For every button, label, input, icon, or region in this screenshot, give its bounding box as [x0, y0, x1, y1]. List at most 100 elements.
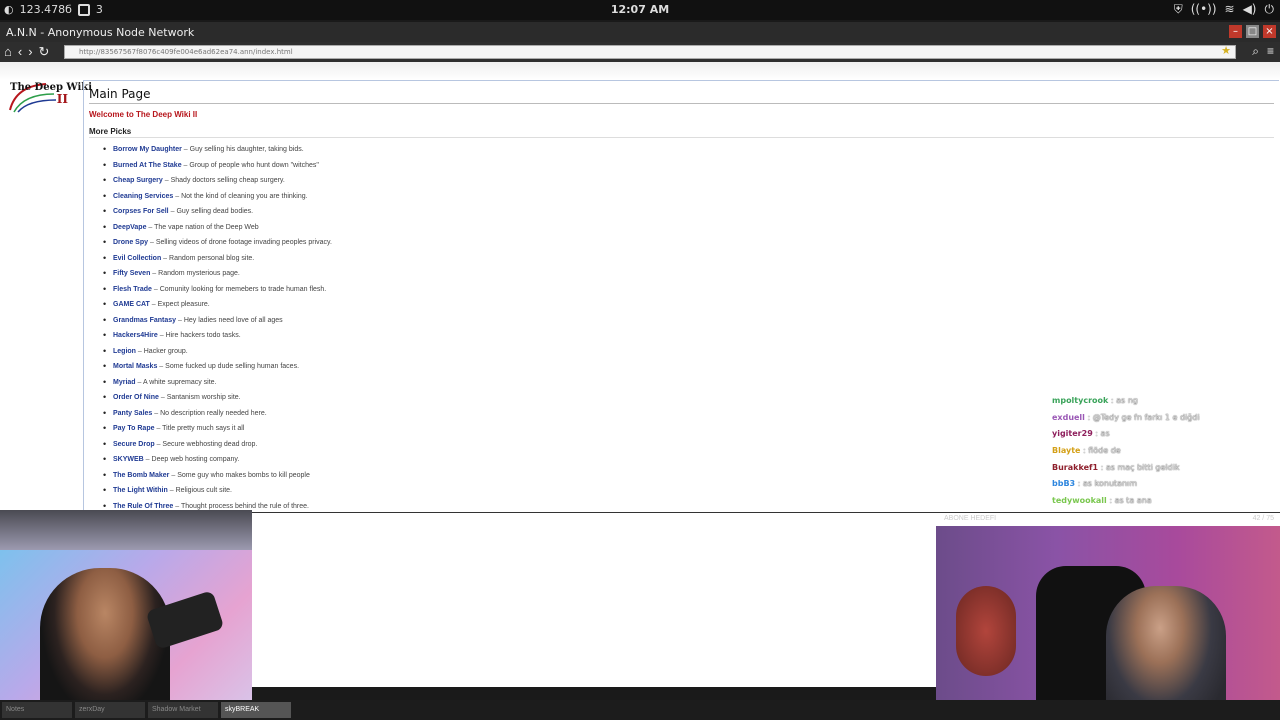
- pick-link[interactable]: Drone Spy: [113, 239, 148, 246]
- pick-description: Deep web hosting company.: [151, 456, 240, 463]
- pick-link[interactable]: GAME CAT: [113, 301, 150, 308]
- pick-link[interactable]: Legion: [113, 348, 136, 355]
- volume-icon[interactable]: ◀): [1243, 2, 1257, 17]
- reload-icon[interactable]: ↻: [39, 44, 50, 60]
- window-title: A.N.N - Anonymous Node Network: [6, 26, 195, 39]
- site-logo[interactable]: The Deep Wiki II: [6, 78, 92, 118]
- chat-text: as maç bitti geldik: [1105, 462, 1180, 472]
- pick-item: Cleaning Services – Not the kind of clea…: [103, 191, 1274, 208]
- pick-link[interactable]: Corpses For Sell: [113, 208, 169, 215]
- chat-text: as konutanım: [1082, 479, 1138, 489]
- pick-link[interactable]: DeepVape: [113, 224, 146, 231]
- pick-separator: –: [176, 316, 184, 324]
- chat-colon: :: [1106, 496, 1115, 506]
- pick-separator: –: [149, 301, 158, 308]
- sub-goal-label: ABONE HEDEFI: [944, 515, 997, 522]
- chat-message: Blayte : flöde de: [1052, 446, 1272, 463]
- chat-colon: :: [1084, 412, 1093, 422]
- streamer-left: [40, 568, 170, 702]
- stream-chat: mpoltycrook : as ng exduell : @Tedy ge fn…: [1052, 396, 1272, 513]
- pick-description: Random mysterious page.: [158, 270, 240, 277]
- chat-username[interactable]: Burakkef1: [1052, 463, 1098, 472]
- browser-nav-bar: ⌂ ‹ › ↻ http://83567567f8076c409fe004e6a…: [0, 42, 1280, 62]
- pick-separator: –: [161, 254, 170, 262]
- taskbar-item[interactable]: skyBREAK: [221, 702, 291, 718]
- chat-message: exduell : @Tedy ge fn farkı 1 e diğdi: [1052, 413, 1272, 430]
- forward-icon[interactable]: ›: [28, 44, 32, 60]
- power-icon[interactable]: ⏻: [1265, 2, 1275, 17]
- bookmark-star-icon[interactable]: ★: [1221, 45, 1231, 57]
- pick-separator: –: [167, 487, 176, 494]
- pick-link[interactable]: SKYWEB: [113, 456, 144, 463]
- pick-link[interactable]: Mortal Masks: [113, 363, 157, 370]
- os-top-bar: ◐ 123.478б 3 12:07 AM ⛨ ((•)) ≋ ◀) ⏻: [0, 0, 1280, 20]
- pick-link[interactable]: Order Of Nine: [113, 394, 159, 401]
- chat-username[interactable]: Blayte: [1052, 446, 1080, 455]
- chat-username[interactable]: mpoltycrook: [1052, 396, 1108, 405]
- pick-separator: –: [135, 347, 144, 355]
- page-header-band: [0, 62, 1280, 80]
- taskbar-item[interactable]: Notes: [2, 702, 72, 718]
- pick-item: Borrow My Daughter – Guy selling his dau…: [103, 144, 1274, 161]
- pick-link[interactable]: Flesh Trade: [113, 286, 152, 293]
- pick-item: Legion – Hacker group.: [103, 346, 1274, 363]
- pick-link[interactable]: Panty Sales: [113, 410, 152, 417]
- chat-username[interactable]: exduell: [1052, 413, 1085, 422]
- taskbar-item[interactable]: Shadow Market: [148, 702, 218, 718]
- clock: 12:07 AM: [610, 3, 670, 16]
- chat-message: mpoltycrook : as ng: [1052, 396, 1272, 413]
- pick-link[interactable]: Grandmas Fantasy: [113, 317, 176, 324]
- shield-icon[interactable]: ⛨: [1174, 2, 1183, 17]
- chat-text: as ng: [1116, 396, 1138, 405]
- pick-separator: –: [143, 456, 152, 463]
- pick-separator: –: [152, 409, 161, 417]
- back-icon[interactable]: ‹: [18, 44, 22, 60]
- pick-link[interactable]: The Rule Of Three: [113, 503, 173, 510]
- pick-link[interactable]: The Light Within: [113, 487, 168, 494]
- pick-link[interactable]: Pay To Rape: [113, 425, 155, 432]
- pick-separator: –: [146, 223, 155, 231]
- chat-username[interactable]: tedywookall: [1052, 496, 1107, 505]
- pick-link[interactable]: Burned At The Stake: [113, 162, 182, 169]
- close-button[interactable]: ×: [1263, 25, 1276, 38]
- minimize-button[interactable]: –: [1229, 25, 1242, 38]
- wifi-icon[interactable]: ≋: [1225, 2, 1235, 17]
- pick-description: Santanism worship site.: [166, 394, 241, 401]
- pick-link[interactable]: Secure Drop: [113, 441, 155, 448]
- pick-link[interactable]: Cleaning Services: [113, 193, 173, 200]
- chat-username[interactable]: bbB3: [1052, 479, 1075, 488]
- webcam-left: [0, 510, 252, 702]
- chat-username[interactable]: yigiter29: [1052, 429, 1093, 438]
- address-bar[interactable]: http://83567567f8076c409fe004e6ad62ea74.…: [64, 45, 1236, 59]
- chat-message: yigiter29 : as: [1052, 429, 1272, 446]
- menu-icon[interactable]: ≡: [1267, 44, 1274, 59]
- pick-separator: –: [157, 363, 166, 370]
- page-title: Main Page: [89, 87, 1274, 104]
- pick-link[interactable]: Cheap Surgery: [113, 177, 163, 184]
- pick-description: Expect pleasure.: [157, 301, 210, 308]
- pick-link[interactable]: Evil Collection: [113, 255, 161, 262]
- search-icon[interactable]: ⌕: [1252, 44, 1259, 59]
- chat-message: Burakkef1 : as maç bitti geldik: [1052, 463, 1272, 480]
- pick-description: Title pretty much says it all: [162, 425, 245, 432]
- pick-description: Thought process behind the rule of three…: [180, 502, 309, 510]
- pick-link[interactable]: Fifty Seven: [113, 270, 150, 277]
- home-icon[interactable]: ⌂: [4, 44, 12, 60]
- pick-description: The vape nation of the Deep Web: [154, 223, 259, 231]
- taskbar: Notes zerxDay Shadow Market skyBREAK: [0, 700, 1280, 720]
- signal-icon[interactable]: ((•)): [1191, 2, 1217, 17]
- pick-link[interactable]: The Bomb Maker: [113, 472, 169, 479]
- pick-link[interactable]: Myriad: [113, 379, 136, 386]
- pick-description: Secure webhosting dead drop.: [162, 440, 258, 448]
- pick-separator: –: [158, 394, 167, 401]
- chat-text: @Tedy ge fn farkı 1 e diğdi: [1092, 412, 1200, 422]
- maximize-button[interactable]: □: [1246, 25, 1259, 38]
- pick-item: Drone Spy – Selling videos of drone foot…: [103, 237, 1274, 254]
- pick-item: Cheap Surgery – Shady doctors selling ch…: [103, 175, 1274, 192]
- pick-description: Hey ladies need love of all ages: [183, 316, 283, 324]
- taskbar-item[interactable]: zerxDay: [75, 702, 145, 718]
- chat-colon: :: [1098, 462, 1106, 472]
- pick-link[interactable]: Borrow My Daughter: [113, 146, 182, 153]
- notes-icon[interactable]: [77, 3, 90, 16]
- pick-link[interactable]: Hackers4Hire: [113, 332, 158, 339]
